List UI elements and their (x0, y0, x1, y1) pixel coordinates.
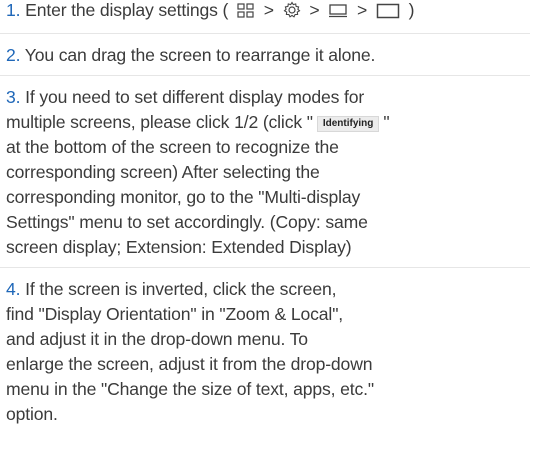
system-laptop-icon (328, 1, 348, 26)
step-2: 2. You can drag the screen to rearrange … (0, 43, 530, 68)
divider (0, 267, 530, 268)
step-number: 1. (6, 0, 21, 20)
step-4-line-2: find "Display Orientation" in "Zoom & Lo… (6, 304, 344, 324)
step-number: 3. (6, 87, 21, 107)
settings-gear-icon (283, 1, 301, 26)
step-2-line: 2. You can drag the screen to rearrange … (6, 43, 526, 68)
step-number: 4. (6, 279, 21, 299)
step-4-line-6: option. (6, 404, 58, 424)
step-text: If you need to set different display mod… (25, 87, 365, 107)
step-4-line-5: menu in the "Change the size of text, ap… (6, 379, 374, 399)
step-3-line-7: screen display; Extension: Extended Disp… (6, 237, 352, 257)
step-text: multiple screens, please click 1/2 (clic… (6, 112, 313, 132)
step-3-line-3: at the bottom of the screen to recognize… (6, 137, 339, 157)
identifying-badge: Identifying (316, 116, 380, 132)
step-text: " (383, 112, 390, 132)
separator-text: > (309, 0, 320, 20)
separator-text: > (263, 0, 274, 20)
grid-windows-icon (237, 1, 255, 26)
step-3-line-6: Settings" menu to set accordingly. (Copy… (6, 212, 368, 232)
step-text: If the screen is inverted, click the scr… (25, 279, 337, 299)
step-1-line: 1. Enter the display settings ( > > >) (6, 0, 526, 26)
step-3-line-2: multiple screens, please click 1/2 (clic… (6, 110, 526, 135)
step-4: 4. If the screen is inverted, click the … (0, 277, 530, 427)
step-text: Enter the display settings ( (25, 0, 229, 20)
step-text: You can drag the screen to rearrange it … (24, 45, 376, 65)
separator-text: > (357, 0, 368, 20)
step-4-line-3: and adjust it in the drop-down menu. To (6, 329, 308, 349)
monitor-icon (376, 1, 400, 26)
step-number: 2. (6, 45, 21, 65)
step-3-line-5: corresponding monitor, go to the "Multi-… (6, 187, 361, 207)
divider (0, 75, 530, 76)
step-3-line-4: corresponding screen) After selecting th… (6, 162, 320, 182)
closing-paren: ) (408, 0, 415, 20)
step-4-line-4: enlarge the screen, adjust it from the d… (6, 354, 373, 374)
step-3-line-1: 3. If you need to set different display … (6, 85, 526, 110)
divider (0, 33, 530, 34)
step-1: 1. Enter the display settings ( > > >) (0, 0, 530, 26)
instructions: 1. Enter the display settings ( > > >) … (0, 0, 530, 427)
step-3: 3. If you need to set different display … (0, 85, 530, 260)
step-4-line-1: 4. If the screen is inverted, click the … (6, 277, 526, 302)
